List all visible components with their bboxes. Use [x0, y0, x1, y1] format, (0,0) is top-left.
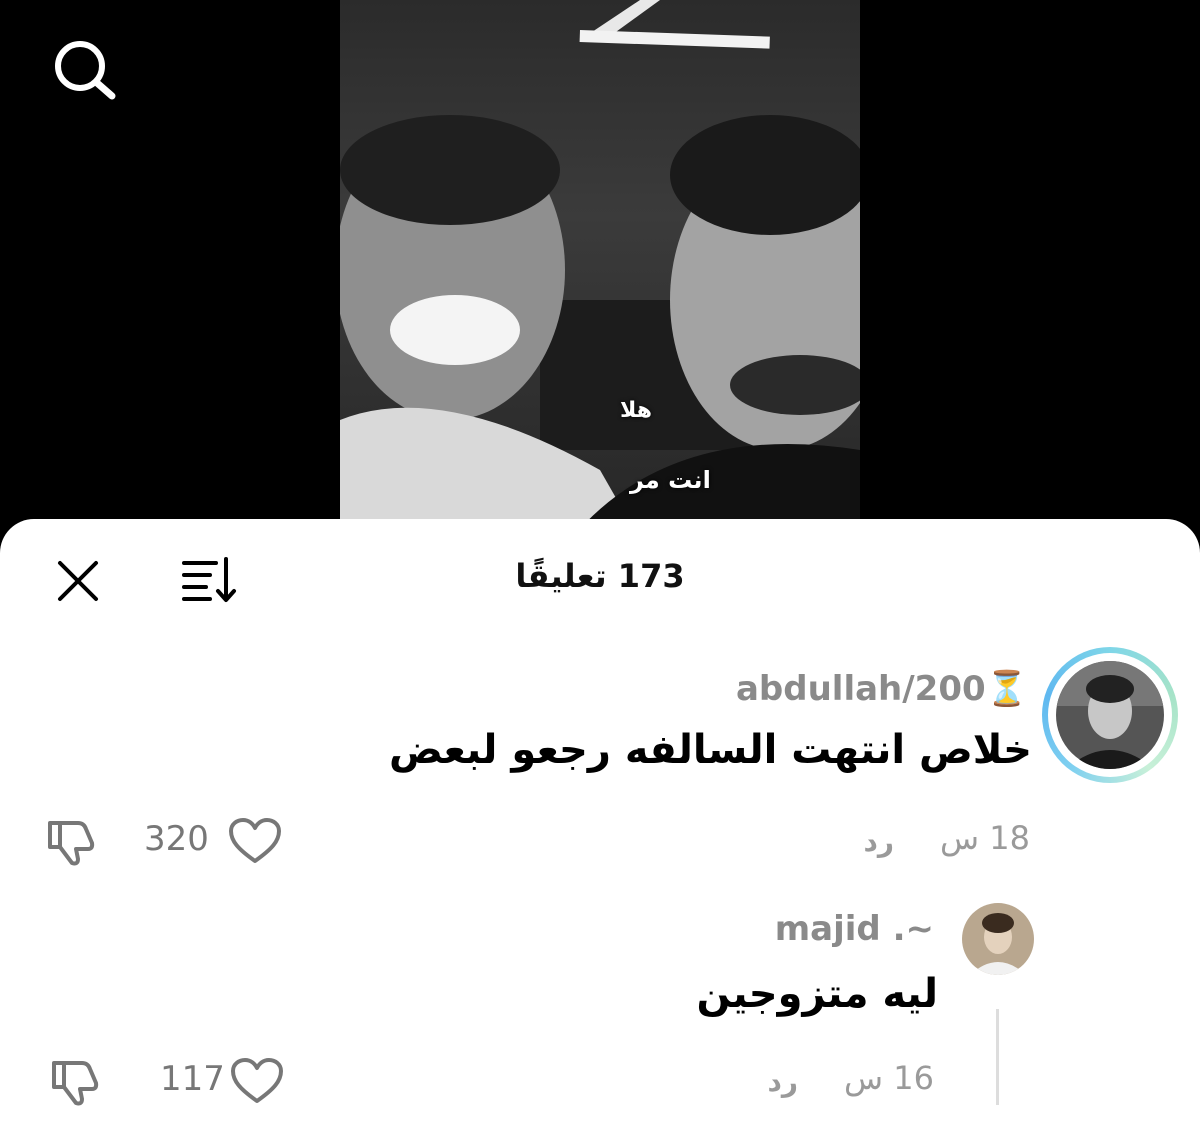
comment-text: خلاص انتهت السالفه رجعو لبعض: [388, 727, 1032, 773]
reply-button[interactable]: رد: [864, 825, 895, 858]
reply-button[interactable]: رد: [768, 1065, 799, 1098]
comment-timestamp: 16 س: [844, 1059, 934, 1097]
comment-text: ليه متزوجين: [696, 971, 938, 1017]
sort-icon[interactable]: [180, 555, 238, 605]
video-player[interactable]: هلا انت مر: [0, 0, 1200, 540]
heart-icon[interactable]: [230, 1057, 284, 1109]
thumbs-down-icon[interactable]: [44, 815, 98, 871]
avatar[interactable]: [962, 903, 1034, 975]
heart-icon[interactable]: [228, 817, 282, 869]
avatar[interactable]: [1042, 647, 1178, 783]
like-count: 117: [160, 1059, 225, 1099]
video-caption-top: هلا: [620, 398, 652, 423]
comment-timestamp: 18 س: [940, 819, 1030, 857]
close-icon[interactable]: [56, 559, 100, 603]
like-count: 320: [144, 819, 209, 859]
reply-thread-line: [996, 1009, 999, 1105]
search-icon[interactable]: [50, 38, 120, 102]
video-caption-bottom: انت مر: [630, 466, 711, 494]
comment-username[interactable]: abdullah/200⏳: [736, 669, 1028, 709]
comment-username[interactable]: majid .~: [775, 909, 934, 949]
comments-count-title: 173 تعليقًا: [515, 557, 685, 595]
video-frame: هلا انت مر: [340, 0, 860, 540]
comments-sheet: 173 تعليقًا abdullah/200⏳ خلاص انتهت الس…: [0, 519, 1200, 1125]
thumbs-down-icon[interactable]: [48, 1055, 102, 1111]
